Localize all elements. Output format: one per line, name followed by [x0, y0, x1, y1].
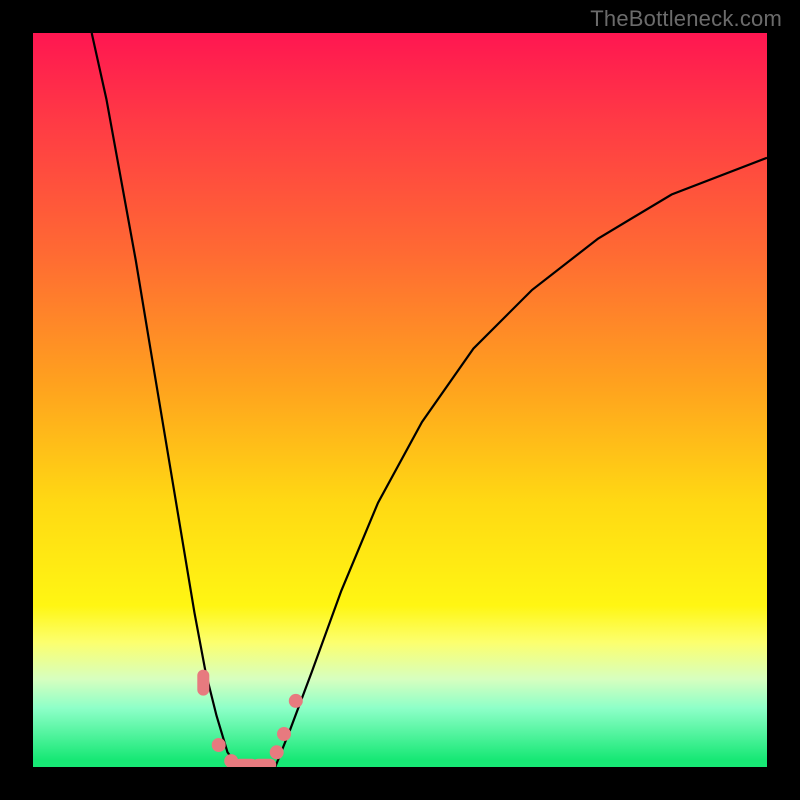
watermark-text: TheBottleneck.com: [590, 6, 782, 32]
chart-frame: TheBottleneck.com: [0, 0, 800, 800]
chart-marker: [277, 727, 291, 741]
chart-marker: [212, 738, 226, 752]
chart-marker: [252, 759, 276, 767]
marker-group: [197, 670, 302, 767]
chart-marker: [197, 670, 209, 696]
chart-marker: [289, 694, 303, 708]
curve-layer: [33, 33, 767, 767]
chart-marker: [270, 745, 284, 759]
curve-left-branch: [92, 33, 239, 767]
plot-area: [33, 33, 767, 767]
curve-right-branch: [275, 158, 767, 767]
